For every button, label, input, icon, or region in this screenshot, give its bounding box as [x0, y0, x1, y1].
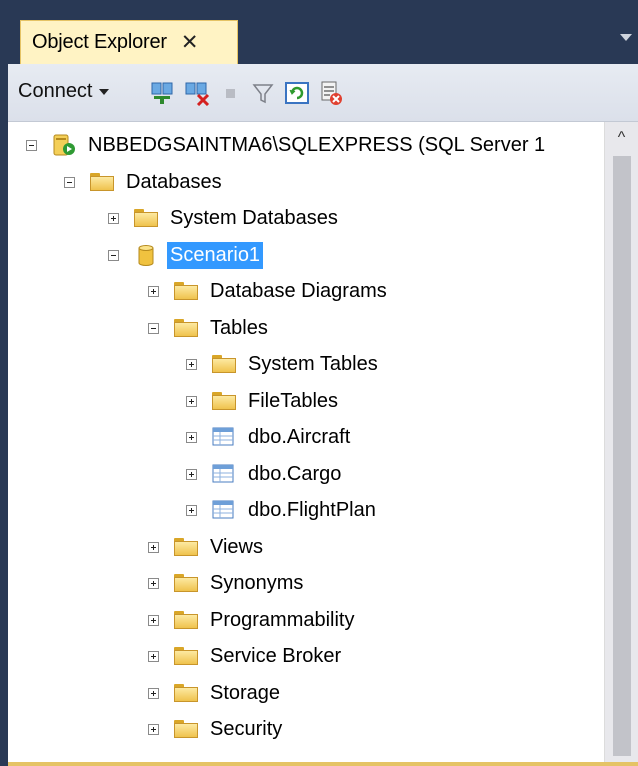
toolbar: Connect: [8, 64, 638, 122]
connect-button[interactable]: Connect: [18, 80, 109, 103]
tree-label-views: Views: [210, 535, 263, 558]
tab-strip: Object Explorer ✕: [8, 0, 638, 64]
tree-node-system-tables[interactable]: System Tables: [186, 346, 381, 382]
tree-label-tables: Tables: [210, 316, 268, 339]
expand-icon[interactable]: [186, 358, 197, 370]
tree-node-table-aircraft[interactable]: dbo.Aircraft: [186, 419, 353, 455]
expand-icon[interactable]: [148, 650, 159, 662]
tree-node-security[interactable]: Security: [148, 711, 285, 747]
database-cylinder-icon: [138, 245, 154, 266]
folder-icon: [173, 536, 199, 558]
expand-icon[interactable]: [186, 468, 197, 480]
tree-node-system-databases[interactable]: System Databases: [108, 200, 341, 236]
vertical-scrollbar[interactable]: ^: [604, 122, 638, 762]
expand-icon[interactable]: [148, 285, 159, 297]
folder-icon: [173, 718, 199, 740]
tree-node-synonyms[interactable]: Synonyms: [148, 565, 306, 601]
collapse-icon[interactable]: [108, 249, 119, 261]
collapse-icon[interactable]: [64, 176, 75, 188]
scroll-up-icon[interactable]: ^: [605, 122, 638, 154]
chevron-down-icon[interactable]: [98, 88, 109, 95]
tab-object-explorer[interactable]: Object Explorer ✕: [20, 20, 238, 64]
collapse-icon[interactable]: [148, 322, 159, 334]
tree-label-security: Security: [210, 717, 283, 740]
expand-icon[interactable]: [148, 723, 159, 735]
server-connected-icon: [53, 134, 75, 156]
tree-label-system-tables: System Tables: [248, 352, 378, 375]
refresh-icon[interactable]: [284, 80, 310, 106]
object-explorer-tree: NBBEDGSAINTMA6\SQLEXPRESS (SQL Server 1 …: [8, 122, 604, 762]
folder-icon: [211, 390, 237, 412]
folder-icon: [173, 572, 199, 594]
folder-icon: [173, 645, 199, 667]
folder-icon: [211, 353, 237, 375]
connect-label: Connect: [18, 80, 93, 102]
tree-label-table-aircraft: dbo.Aircraft: [248, 425, 351, 448]
folder-icon: [89, 171, 115, 193]
expand-icon[interactable]: [108, 212, 119, 224]
tree-label-databases: Databases: [126, 170, 222, 193]
table-grid-icon: [212, 500, 234, 519]
folder-icon: [173, 682, 199, 704]
folder-icon: [173, 280, 199, 302]
folder-icon: [173, 317, 199, 339]
tree-label-server: NBBEDGSAINTMA6\SQLEXPRESS (SQL Server 1: [88, 133, 546, 156]
tree-node-database-diagrams[interactable]: Database Diagrams: [148, 273, 390, 309]
tree-node-service-broker[interactable]: Service Broker: [148, 638, 344, 674]
tree-label-table-flightplan: dbo.FlightPlan: [248, 498, 376, 521]
object-explorer-panel: Connect NBBEDGSAINTMA6\SQLEXPRESS (SQL S…: [8, 64, 638, 766]
tree-node-programmability[interactable]: Programmability: [148, 602, 357, 638]
window-left-border: [0, 0, 8, 766]
stop-icon[interactable]: [218, 80, 244, 106]
tree-node-scenario1[interactable]: Scenario1: [108, 237, 264, 273]
tree-node-views[interactable]: Views: [148, 529, 266, 565]
expand-icon[interactable]: [186, 504, 197, 516]
tree-node-server[interactable]: NBBEDGSAINTMA6\SQLEXPRESS (SQL Server 1: [26, 127, 548, 163]
tree-label-filetables: FileTables: [248, 389, 339, 412]
table-grid-icon: [212, 427, 234, 446]
expand-icon[interactable]: [186, 431, 197, 443]
filter-icon[interactable]: [250, 80, 276, 106]
tree-node-storage[interactable]: Storage: [148, 675, 283, 711]
tree-label-storage: Storage: [210, 681, 281, 704]
tree-label-table-cargo: dbo.Cargo: [248, 462, 342, 485]
tree-node-table-cargo[interactable]: dbo.Cargo: [186, 456, 344, 492]
tree-label-service-broker: Service Broker: [210, 644, 342, 667]
tree-label-database-diagrams: Database Diagrams: [210, 279, 387, 302]
tree-node-filetables[interactable]: FileTables: [186, 383, 341, 419]
tab-title: Object Explorer: [32, 31, 167, 53]
tree-node-databases[interactable]: Databases: [64, 164, 225, 200]
expand-icon[interactable]: [186, 395, 197, 407]
tree-label-programmability: Programmability: [210, 608, 355, 631]
folder-icon: [173, 609, 199, 631]
folder-icon: [133, 207, 159, 229]
chevron-down-icon[interactable]: [620, 34, 632, 41]
tree-node-tables[interactable]: Tables: [148, 310, 271, 346]
tree-label-system-databases: System Databases: [170, 206, 338, 229]
expand-icon[interactable]: [148, 577, 159, 589]
collapse-icon[interactable]: [26, 139, 37, 151]
connect-object-explorer-icon[interactable]: [150, 80, 176, 106]
scroll-thumb[interactable]: [613, 156, 631, 756]
disconnect-icon[interactable]: [184, 80, 210, 106]
activity-monitor-icon[interactable]: [318, 80, 344, 106]
expand-icon[interactable]: [148, 541, 159, 553]
close-icon[interactable]: ✕: [181, 32, 199, 53]
tree-node-table-flightplan[interactable]: dbo.FlightPlan: [186, 492, 379, 528]
tree-label-synonyms: Synonyms: [210, 571, 304, 594]
tree-label-scenario1: Scenario1: [167, 241, 264, 269]
expand-icon[interactable]: [148, 687, 159, 699]
expand-icon[interactable]: [148, 614, 159, 626]
table-grid-icon: [212, 464, 234, 483]
